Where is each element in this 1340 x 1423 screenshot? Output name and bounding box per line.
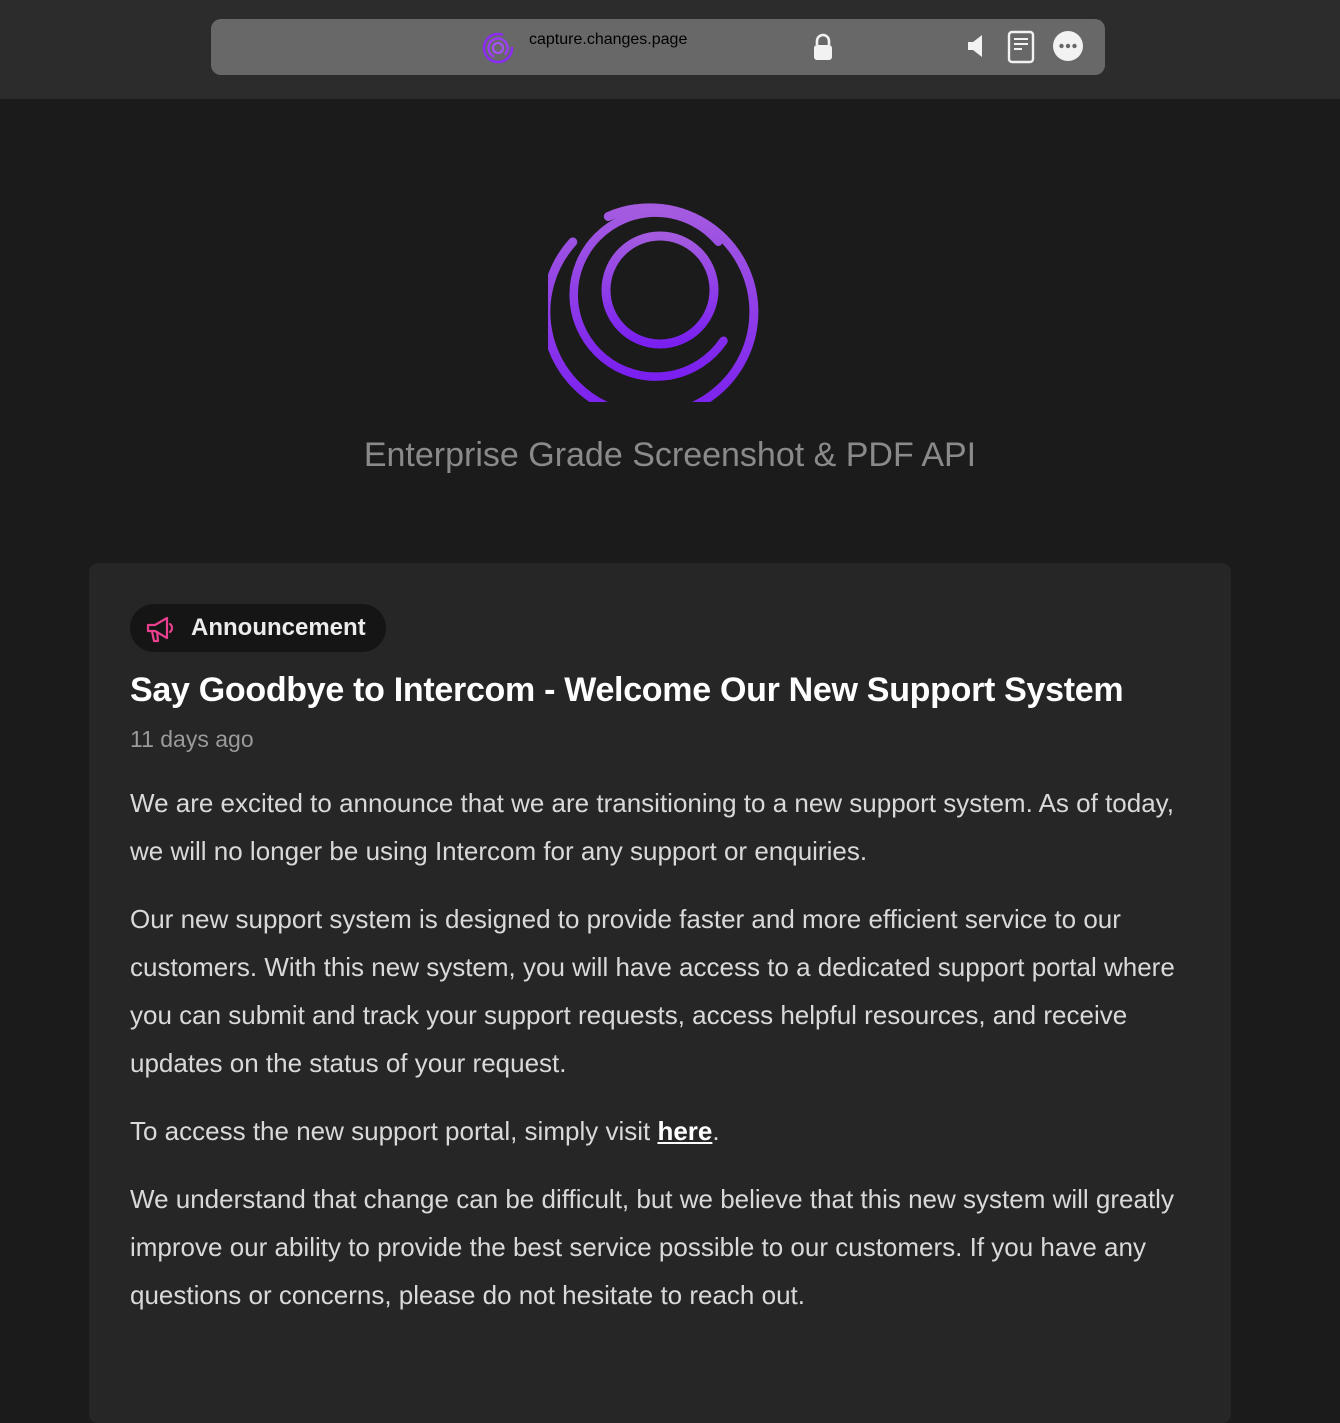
concentric-rings-logo [548, 203, 759, 402]
paragraph-3-prefix: To access the new support portal, simply… [130, 1116, 658, 1146]
site-logo-icon [482, 32, 514, 64]
speaker-icon[interactable] [966, 34, 988, 58]
reader-icon[interactable] [1007, 30, 1035, 64]
post-title[interactable]: Say Goodbye to Intercom - Welcome Our Ne… [130, 671, 1124, 710]
megaphone-icon [146, 616, 174, 643]
tagline: Enterprise Grade Screenshot & PDF API [363, 436, 977, 474]
url-text[interactable]: capture.changes.page [529, 31, 687, 49]
paragraph-1: We are excited to announce that we are t… [130, 788, 1174, 866]
post-body: We are excited to announce that we are t… [130, 779, 1200, 1339]
paragraph-3: To access the new support portal, simply… [130, 1107, 1200, 1155]
more-icon[interactable] [1052, 30, 1084, 62]
lock-icon [814, 33, 832, 60]
browser-toolbar: capture.changes.page [0, 0, 1340, 99]
paragraph-2: Our new support system is designed to pr… [130, 904, 1175, 1078]
paragraph-3-suffix: . [712, 1116, 720, 1146]
paragraph-4: We understand that change can be difficu… [130, 1184, 1174, 1310]
category-badge[interactable]: Announcement [130, 604, 386, 652]
announcement-card: Announcement Say Goodbye to Intercom - W… [89, 563, 1231, 1423]
post-date: 11 days ago [130, 726, 254, 752]
badge-label: Announcement [191, 614, 366, 641]
support-portal-link[interactable]: here [657, 1116, 712, 1146]
